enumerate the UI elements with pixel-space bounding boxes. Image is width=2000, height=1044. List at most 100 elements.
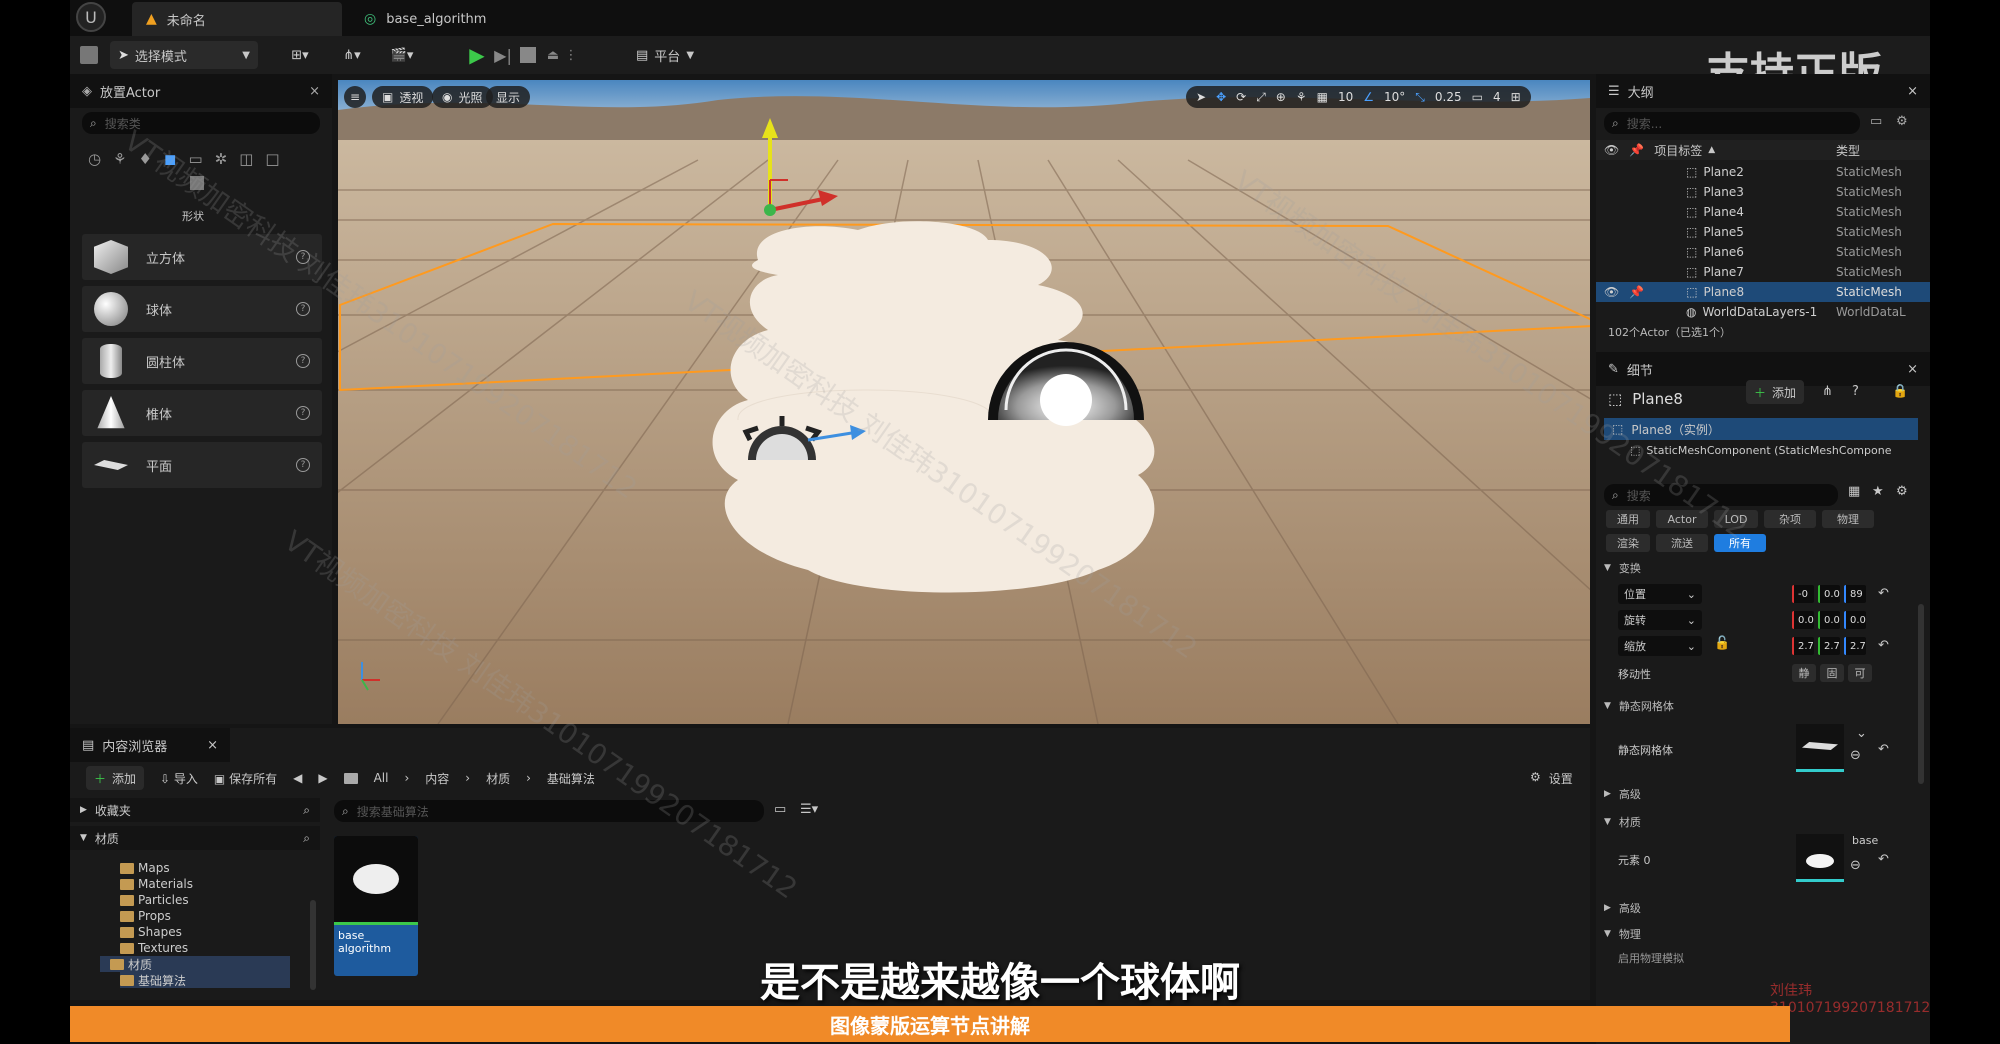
reset-icon[interactable]: ↶ bbox=[1878, 852, 1889, 867]
filter-streaming[interactable]: 流送 bbox=[1656, 534, 1708, 552]
tree-item[interactable]: Maps bbox=[120, 860, 290, 876]
outliner-search[interactable]: ⌕ 搜索... bbox=[1604, 112, 1860, 134]
mobility-stationary[interactable]: 固 bbox=[1820, 664, 1844, 682]
scale-z[interactable]: 2.7 bbox=[1844, 637, 1866, 655]
table-row-selected[interactable]: 👁 📌 ⬚ Plane8 StaticMesh bbox=[1596, 282, 1930, 302]
breadcrumb-all[interactable]: All bbox=[374, 771, 389, 785]
camera-speed-value[interactable]: 4 bbox=[1493, 90, 1501, 104]
mobility-movable[interactable]: 可 bbox=[1848, 664, 1872, 682]
all-classes-icon[interactable]: □ bbox=[265, 150, 279, 168]
reset-icon[interactable]: ↶ bbox=[1878, 742, 1889, 757]
search-input[interactable]: ⌕ 搜索类 bbox=[82, 112, 320, 134]
rotate-tool-icon[interactable]: ⟳ bbox=[1236, 90, 1246, 104]
table-row[interactable]: ⬚ Plane5 StaticMesh bbox=[1596, 222, 1930, 242]
type-column[interactable]: 类型 bbox=[1836, 142, 1860, 159]
browse-icon[interactable]: ⊖ bbox=[1850, 748, 1861, 763]
rotation-snap-icon[interactable]: ∠ bbox=[1363, 90, 1374, 104]
save-all-button[interactable]: ▣ 保存所有 bbox=[214, 770, 277, 787]
breadcrumb-current[interactable]: 基础算法 bbox=[547, 770, 595, 787]
cinematics-icon[interactable]: 🎬▾ bbox=[382, 44, 422, 66]
platform-dropdown[interactable]: ▤ 平台 ▼ bbox=[636, 46, 694, 65]
blueprint-icon[interactable]: ⋔ bbox=[1822, 384, 1833, 399]
scale-snap-value[interactable]: 0.25 bbox=[1435, 90, 1462, 104]
breadcrumb-content[interactable]: 内容 bbox=[425, 770, 449, 787]
volumes-icon[interactable]: ◫ bbox=[239, 150, 253, 168]
blueprint-icon[interactable]: ⋔▾ bbox=[332, 44, 372, 66]
breadcrumb-materials[interactable]: 材质 bbox=[486, 770, 510, 787]
search-icon[interactable]: ⌕ bbox=[303, 831, 310, 846]
reset-icon[interactable]: ↶ bbox=[1878, 638, 1889, 653]
label-column[interactable]: 项目标签 bbox=[1654, 142, 1702, 159]
browse-icon[interactable]: ⊖ bbox=[1850, 858, 1861, 873]
table-row[interactable]: ◍ WorldDataLayers-1 WorldDataL bbox=[1596, 302, 1930, 322]
filter-icon[interactable]: ☰▾ bbox=[800, 802, 818, 817]
rotation-y[interactable]: 0.0 bbox=[1818, 611, 1840, 629]
filter-general[interactable]: 通用 bbox=[1606, 510, 1650, 528]
scale-y[interactable]: 2.7 bbox=[1818, 637, 1840, 655]
details-scrollbar[interactable] bbox=[1918, 604, 1924, 784]
table-row[interactable]: ⬚ Plane7 StaticMesh bbox=[1596, 262, 1930, 282]
help-icon[interactable]: ? bbox=[296, 354, 310, 368]
tree-item[interactable]: Shapes bbox=[120, 924, 290, 940]
lock-icon[interactable]: 🔒 bbox=[1892, 384, 1908, 399]
materials-section[interactable]: ▼ 材质 bbox=[1604, 812, 1641, 832]
advanced-section[interactable]: ▶ 高级 bbox=[1604, 784, 1641, 804]
search-icon[interactable]: ⌕ bbox=[303, 803, 310, 818]
mobility-static[interactable]: 静 bbox=[1792, 664, 1816, 682]
close-icon[interactable]: × bbox=[1907, 362, 1918, 377]
select-mode-dropdown[interactable]: ➤ 选择模式 ▼ bbox=[110, 41, 258, 69]
filter-physics[interactable]: 物理 bbox=[1822, 510, 1874, 528]
tree-item[interactable]: Props bbox=[120, 908, 290, 924]
help-icon[interactable]: ? bbox=[296, 302, 310, 316]
tree-item[interactable]: Particles bbox=[120, 892, 290, 908]
scale-x[interactable]: 2.7 bbox=[1792, 637, 1814, 655]
physics-section[interactable]: ▼ 物理 bbox=[1604, 924, 1641, 944]
show-button[interactable]: 显示 bbox=[486, 86, 531, 108]
perspective-button[interactable]: ▣ 透视 bbox=[372, 86, 434, 108]
add-folder-icon[interactable]: ▭ bbox=[1870, 114, 1882, 129]
static-mesh-section[interactable]: ▼ 静态网格体 bbox=[1604, 696, 1674, 716]
lock-icon[interactable]: 🔓 bbox=[1714, 636, 1730, 651]
table-row[interactable]: ⬚ Plane4 StaticMesh bbox=[1596, 202, 1930, 222]
step-icon[interactable]: ▶| bbox=[492, 44, 514, 66]
location-x[interactable]: -0 bbox=[1792, 585, 1814, 603]
visibility-icon[interactable]: 👁 bbox=[1604, 285, 1619, 299]
recent-icon[interactable]: ◷ bbox=[88, 150, 101, 168]
save-search-icon[interactable]: ▭ bbox=[774, 802, 786, 817]
close-icon[interactable]: × bbox=[309, 84, 320, 99]
camera-speed-icon[interactable]: ▭ bbox=[1472, 90, 1483, 104]
rotation-z[interactable]: 0.0 bbox=[1844, 611, 1866, 629]
help-icon[interactable]: ? bbox=[296, 458, 310, 472]
settings-button[interactable]: ⚙ 设置 bbox=[1530, 770, 1573, 787]
shape-item-sphere[interactable]: 球体 ? bbox=[82, 286, 322, 332]
favorites-section[interactable]: ▶ 收藏夹 ⌕ bbox=[70, 798, 320, 822]
filter-misc[interactable]: 杂项 bbox=[1764, 510, 1816, 528]
maximize-icon[interactable]: ⊞ bbox=[1511, 90, 1521, 104]
material-thumbnail[interactable] bbox=[1796, 834, 1844, 882]
save-icon[interactable] bbox=[80, 46, 98, 64]
visual-effects-icon[interactable]: ✲ bbox=[215, 150, 228, 168]
visibility-icon[interactable]: 👁 bbox=[1604, 143, 1619, 157]
materials-section[interactable]: ▼ 材质 ⌕ bbox=[70, 826, 320, 850]
location-z[interactable]: 89 bbox=[1844, 585, 1866, 603]
grid-snap-icon[interactable]: ▦ bbox=[1317, 90, 1328, 104]
shape-item-plane[interactable]: 平面 ? bbox=[82, 442, 322, 488]
shape-item-cylinder[interactable]: 圆柱体 ? bbox=[82, 338, 322, 384]
rotation-x[interactable]: 0.0 bbox=[1792, 611, 1814, 629]
location-dropdown[interactable]: 位置 ⌄ bbox=[1618, 584, 1702, 604]
advanced-section-2[interactable]: ▶ 高级 bbox=[1604, 898, 1641, 918]
close-icon[interactable]: × bbox=[1907, 84, 1918, 99]
settings-icon[interactable]: ⚙ bbox=[1896, 114, 1908, 129]
forward-icon[interactable]: ▶ bbox=[318, 771, 327, 785]
settings-icon[interactable]: ⚙ bbox=[1896, 484, 1908, 499]
tab-level[interactable]: ▲ 未命名 bbox=[132, 2, 342, 36]
tree-item[interactable]: Materials bbox=[120, 876, 290, 892]
help-icon[interactable]: ? bbox=[1852, 384, 1859, 399]
world-space-icon[interactable]: ⊕ bbox=[1276, 90, 1286, 104]
material-name[interactable]: base bbox=[1852, 834, 1878, 847]
add-actor-icon[interactable]: ⊞▾ bbox=[280, 44, 320, 66]
eject-icon[interactable]: ⏏ bbox=[542, 44, 564, 66]
table-row[interactable]: ⬚ Plane6 StaticMesh bbox=[1596, 242, 1930, 262]
scale-tool-icon[interactable]: ⤢ bbox=[1256, 90, 1266, 105]
surface-snap-icon[interactable]: ⚘ bbox=[1296, 90, 1307, 104]
